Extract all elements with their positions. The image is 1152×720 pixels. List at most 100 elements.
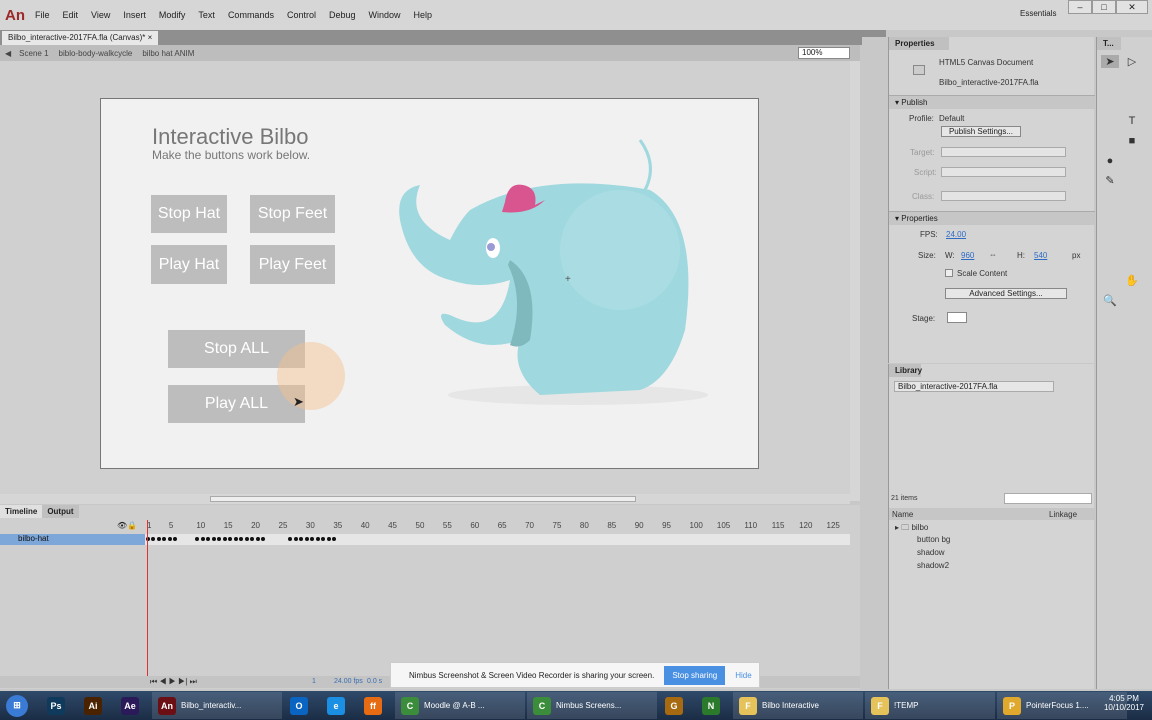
linkage-column[interactable]: Linkage — [1049, 510, 1077, 519]
library-item-shadow[interactable]: shadow — [917, 548, 945, 557]
taskbar-item[interactable]: O — [284, 692, 319, 719]
fps-value[interactable]: 24.00 — [946, 230, 966, 239]
library-item-button-bg[interactable]: button bg — [917, 535, 950, 544]
keyframe[interactable] — [167, 537, 172, 541]
keyframe[interactable] — [261, 537, 266, 541]
tab-output[interactable]: Output — [42, 505, 79, 518]
keyframe[interactable] — [315, 537, 320, 541]
taskbar-item[interactable]: N — [696, 692, 731, 719]
library-item-bilbo[interactable]: ▸ 🗀 bilbo — [895, 522, 928, 536]
keyframe[interactable] — [211, 537, 216, 541]
oval-tool-icon[interactable]: ● — [1101, 155, 1119, 167]
fps-readout[interactable]: 24.00 fps — [334, 678, 363, 685]
tab-library[interactable]: Library — [889, 364, 922, 377]
playhead[interactable] — [147, 520, 148, 680]
eye-lock-icons[interactable]: 👁🔒 — [117, 521, 137, 530]
keyframe[interactable] — [228, 537, 233, 541]
library-file-select[interactable]: Bilbo_interactive-2017FA.fla — [894, 381, 1054, 392]
document-tab[interactable]: Bilbo_interactive-2017FA.fla (Canvas)* × — [2, 31, 159, 45]
taskbar-item[interactable]: G — [659, 692, 694, 719]
target-select[interactable] — [941, 147, 1066, 157]
menu-debug[interactable]: Debug — [329, 10, 356, 20]
stop-sharing-button[interactable]: Stop sharing — [664, 665, 726, 685]
name-column[interactable]: Name — [892, 510, 913, 519]
keyframe[interactable] — [162, 537, 167, 541]
breadcrumb-scene[interactable]: Scene 1 — [19, 49, 48, 58]
keyframe[interactable] — [239, 537, 244, 541]
stop-hat-button[interactable]: Stop Hat — [151, 195, 227, 233]
menu-file[interactable]: File — [35, 10, 50, 20]
play-hat-button[interactable]: Play Hat — [151, 245, 227, 284]
rectangle-tool-icon[interactable]: ■ — [1123, 135, 1141, 147]
menu-commands[interactable]: Commands — [228, 10, 274, 20]
taskbar-item[interactable]: C Moodle @ A-B ... — [395, 692, 525, 719]
keyframe[interactable] — [244, 537, 249, 541]
time-readout[interactable]: 0.0 s — [367, 678, 382, 685]
breadcrumb-hat-anim[interactable]: bilbo hat ANIM — [142, 49, 194, 58]
menu-text[interactable]: Text — [198, 10, 215, 20]
keyframe[interactable] — [206, 537, 211, 541]
subselection-tool-icon[interactable]: ▷ — [1123, 55, 1141, 68]
taskbar-item[interactable]: e — [321, 692, 356, 719]
taskbar-item[interactable]: F Bilbo Interactive — [733, 692, 863, 719]
keyframe[interactable] — [321, 537, 326, 541]
tab-properties[interactable]: Properties — [889, 37, 949, 50]
current-frame[interactable]: 1 — [312, 678, 316, 685]
layer-row[interactable]: bilbo-hat — [0, 534, 145, 545]
keyframe[interactable] — [250, 537, 255, 541]
tab-tools[interactable]: T... — [1097, 37, 1121, 50]
menu-edit[interactable]: Edit — [63, 10, 79, 20]
keyframe[interactable] — [200, 537, 205, 541]
taskbar-item[interactable]: Ai — [78, 692, 113, 719]
tab-timeline[interactable]: Timeline — [0, 505, 43, 518]
zoom-tool-icon[interactable]: 🔍 — [1101, 294, 1119, 307]
system-clock[interactable]: 4:05 PM 10/10/2017 — [1104, 694, 1144, 712]
selection-tool-icon[interactable]: ➤ — [1101, 55, 1119, 68]
keyframe[interactable] — [255, 537, 260, 541]
keyframe[interactable] — [304, 537, 309, 541]
width-value[interactable]: 960 — [961, 251, 974, 260]
keyframe[interactable] — [293, 537, 298, 541]
menu-modify[interactable]: Modify — [159, 10, 186, 20]
keyframe[interactable] — [332, 537, 337, 541]
frame-ruler[interactable]: 1 5 10 15 20 25 30 35 40 45 50 55 60 65 70 75 80 85 90 95 10… — [145, 520, 850, 532]
link-dimensions-icon[interactable]: ⇔ — [989, 250, 997, 259]
close-tab-icon[interactable]: × — [148, 33, 153, 42]
frame-track[interactable] — [145, 534, 850, 545]
menu-window[interactable]: Window — [369, 10, 401, 20]
keyframe[interactable] — [156, 537, 161, 541]
hand-tool-icon[interactable]: ✋ — [1123, 274, 1141, 287]
menu-help[interactable]: Help — [414, 10, 433, 20]
menu-view[interactable]: View — [91, 10, 110, 20]
vertical-scrollbar[interactable] — [850, 61, 860, 501]
keyframe[interactable] — [217, 537, 222, 541]
taskbar-item[interactable]: C Nimbus Screens... — [527, 692, 657, 719]
keyframe[interactable] — [222, 537, 227, 541]
properties-section[interactable]: ▾ Properties — [889, 211, 1095, 225]
start-button[interactable]: ⊞ — [0, 692, 39, 719]
publish-section[interactable]: ▾ Publish — [889, 95, 1095, 109]
height-value[interactable]: 540 — [1034, 251, 1047, 260]
keyframe[interactable] — [173, 537, 178, 541]
keyframe[interactable] — [233, 537, 238, 541]
playback-controls[interactable]: ⏮ ◀ ▶ ▶| ⏭ — [150, 677, 197, 687]
publish-settings-button[interactable]: Publish Settings... — [941, 126, 1021, 137]
taskbar-item[interactable]: F !TEMP — [865, 692, 995, 719]
class-field[interactable] — [941, 191, 1066, 201]
menu-insert[interactable]: Insert — [123, 10, 146, 20]
workspace-switcher[interactable]: Essentials — [1020, 9, 1056, 18]
text-tool-icon[interactable]: T — [1123, 115, 1141, 127]
keyframe[interactable] — [195, 537, 200, 541]
stage-color-swatch[interactable] — [947, 312, 967, 323]
breadcrumb-walkcycle[interactable]: biblo-body-walkcycle — [59, 49, 133, 58]
keyframe[interactable] — [151, 537, 156, 541]
advanced-settings-button[interactable]: Advanced Settings... — [945, 288, 1067, 299]
taskbar-item[interactable]: Ps — [41, 692, 76, 719]
script-select[interactable] — [941, 167, 1066, 177]
hide-button[interactable]: Hide — [735, 671, 751, 680]
play-feet-button[interactable]: Play Feet — [250, 245, 335, 284]
menu-control[interactable]: Control — [287, 10, 316, 20]
scale-content-checkbox[interactable] — [945, 269, 953, 277]
taskbar-item[interactable]: An Bilbo_interactiv... — [152, 692, 282, 719]
pencil-tool-icon[interactable]: ✎ — [1101, 174, 1119, 187]
